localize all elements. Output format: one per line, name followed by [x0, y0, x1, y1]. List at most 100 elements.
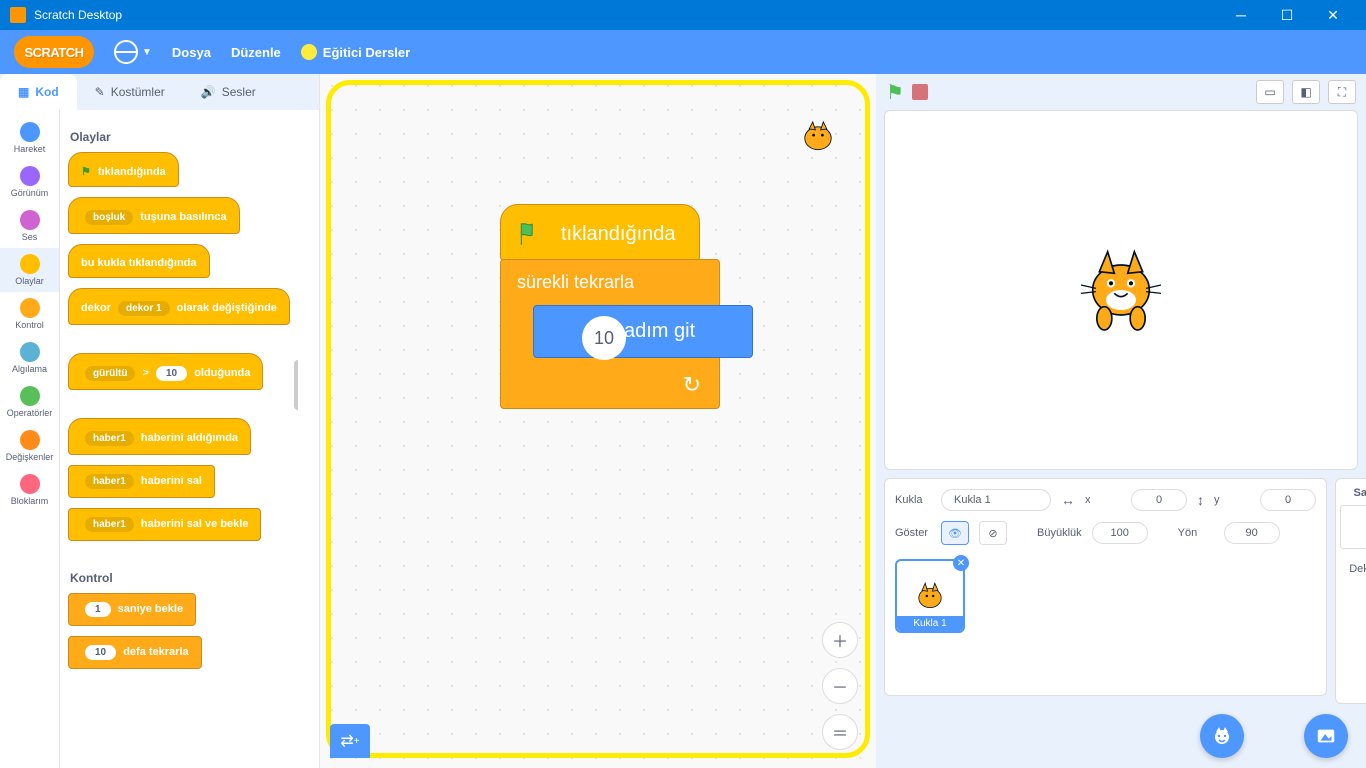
category-kontrol[interactable]: Kontrol [0, 292, 59, 336]
y-icon: ↕ [1197, 492, 1204, 508]
language-button[interactable]: ▼ [114, 40, 152, 64]
minimize-button[interactable]: ─ [1218, 0, 1264, 30]
block-when-key-pressed[interactable]: boşluk tuşuna basılınca [68, 197, 240, 234]
block-repeat[interactable]: 10 defa tekrarla [68, 636, 202, 669]
stage-small-button[interactable]: ▭ [1256, 80, 1284, 104]
picture-icon [1315, 725, 1337, 747]
block-when-loudness[interactable]: gürültü > 10 olduğunda [68, 353, 263, 390]
category-görünüm[interactable]: Görünüm [0, 160, 59, 204]
stage-full-button[interactable]: ⛶ [1328, 80, 1356, 104]
sprite-info-panel: Kukla Kukla 1 ↔ x 0 ↕ y 0 Göster 👁 ⊘ Büy… [884, 478, 1327, 696]
category-bloklarım[interactable]: Bloklarım [0, 468, 59, 512]
bulb-icon [301, 44, 317, 60]
code-icon: ▦ [18, 85, 29, 99]
menu-bar: SCRATCH ▼ Dosya Düzenle Eğitici Dersler [0, 30, 1366, 74]
block-when-receive[interactable]: haber1 haberini aldığımda [68, 418, 251, 455]
sprite-on-stage[interactable] [1071, 240, 1171, 340]
scratch-logo[interactable]: SCRATCH [14, 36, 94, 68]
category-dot [20, 430, 40, 450]
block-when-flag-clicked[interactable]: ⚑ tıklandığında [68, 152, 179, 187]
sprite-name-input[interactable]: Kukla 1 [941, 489, 1051, 511]
category-değişkenler[interactable]: Değişkenler [0, 424, 59, 468]
move-steps-input[interactable]: 10 [582, 316, 626, 360]
category-dot [20, 122, 40, 142]
script-move-steps[interactable]: 10 adım git [533, 305, 753, 358]
category-ses[interactable]: Ses [0, 204, 59, 248]
zoom-in-button[interactable]: ＋ [822, 622, 858, 658]
sprite-thumbnail-icon [796, 114, 840, 158]
window-titlebar: Scratch Desktop ─ ☐ ✕ [0, 0, 1366, 30]
category-label: Hareket [14, 144, 46, 154]
zoom-out-button[interactable]: － [822, 668, 858, 704]
block-broadcast[interactable]: haber1 haberini sal [68, 465, 215, 498]
category-dot [20, 342, 40, 362]
backpack-toggle[interactable]: ⇄+ [330, 724, 370, 758]
show-sprite-button[interactable]: 👁 [941, 521, 969, 545]
close-button[interactable]: ✕ [1310, 0, 1356, 30]
stage-thumbnail[interactable] [1340, 505, 1366, 549]
palette-scrollbar[interactable] [294, 360, 298, 410]
sprite-direction-input[interactable]: 90 [1224, 522, 1280, 544]
category-label: Bloklarım [11, 496, 49, 506]
zoom-reset-button[interactable]: ＝ [822, 714, 858, 750]
sprite-x-input[interactable]: 0 [1131, 489, 1187, 511]
category-column: Hareket Görünüm Ses OlaylarKontrol Algılama O… [0, 110, 60, 768]
sprite-y-input[interactable]: 0 [1260, 489, 1316, 511]
delete-sprite-button[interactable]: ✕ [953, 555, 969, 571]
category-hareket[interactable]: Hareket [0, 116, 59, 160]
editor-tabs: ▦ Kod ✎ Kostümler 🔊 Sesler [0, 74, 319, 110]
category-dot [20, 474, 40, 494]
menu-file[interactable]: Dosya [172, 45, 211, 60]
flag-icon: ⚑ [81, 166, 91, 178]
add-backdrop-button[interactable] [1304, 714, 1348, 758]
palette-heading-events: Olaylar [70, 130, 290, 144]
category-algılama[interactable]: Algılama [0, 336, 59, 380]
category-label: Ses [22, 232, 38, 242]
brush-icon: ✎ [95, 85, 105, 99]
script-forever[interactable]: sürekli tekrarla 10 adım git ↻ [500, 259, 720, 409]
script-when-flag-clicked[interactable]: tıklandığında [500, 204, 700, 261]
stage-large-button[interactable]: ◧ [1292, 80, 1320, 104]
category-label: Algılama [12, 364, 47, 374]
stage-panel[interactable]: Sahne Dekorlar 1 [1335, 478, 1366, 704]
sprite-card[interactable]: ✕ Kukla 1 [895, 559, 965, 633]
xy-icon: ↔ [1061, 492, 1075, 508]
sprite-card-thumb [910, 576, 950, 616]
hide-sprite-button[interactable]: ⊘ [979, 521, 1007, 545]
tab-code[interactable]: ▦ Kod [0, 74, 77, 110]
stage-panel-title: Sahne [1340, 487, 1366, 499]
category-dot [20, 254, 40, 274]
block-broadcast-wait[interactable]: haber1 haberini sal ve bekle [68, 508, 261, 541]
app-icon [10, 7, 26, 23]
add-sprite-button[interactable] [1200, 714, 1244, 758]
loop-arrow-icon: ↻ [683, 372, 701, 398]
category-olaylar[interactable]: Olaylar [0, 248, 59, 292]
script-workspace[interactable]: tıklandığında sürekli tekrarla 10 adım g… [320, 74, 876, 768]
stop-button[interactable] [912, 84, 928, 100]
menu-tutorials[interactable]: Eğitici Dersler [301, 44, 410, 60]
script-stack[interactable]: tıklandığında sürekli tekrarla 10 adım g… [500, 204, 720, 409]
block-wait[interactable]: 1 saniye bekle [68, 593, 196, 626]
block-when-backdrop-switches[interactable]: dekor dekor 1 olarak değiştiğinde [68, 288, 290, 325]
maximize-button[interactable]: ☐ [1264, 0, 1310, 30]
tab-sounds[interactable]: 🔊 Sesler [183, 74, 274, 110]
sprite-size-input[interactable]: 100 [1092, 522, 1148, 544]
direction-label: Yön [1178, 527, 1214, 539]
category-dot [20, 210, 40, 230]
category-label: Değişkenler [6, 452, 54, 462]
tab-costumes[interactable]: ✎ Kostümler [77, 74, 183, 110]
stage-header: ⚑ ▭ ◧ ⛶ [876, 74, 1366, 110]
menu-edit[interactable]: Düzenle [231, 45, 281, 60]
category-dot [20, 298, 40, 318]
category-operatörler[interactable]: Operatörler [0, 380, 59, 424]
block-palette[interactable]: Olaylar ⚑ tıklandığında boşluk tuşuna ba… [60, 110, 298, 689]
category-dot [20, 166, 40, 186]
palette-heading-control: Kontrol [70, 571, 290, 585]
green-flag-button[interactable]: ⚑ [886, 80, 904, 105]
stage[interactable] [884, 110, 1358, 470]
sound-icon: 🔊 [201, 85, 216, 99]
block-when-sprite-clicked[interactable]: bu kukla tıklandığında [68, 244, 210, 278]
size-label: Büyüklük [1037, 527, 1082, 539]
flag-icon [517, 221, 543, 247]
backdrops-count: 1 [1340, 575, 1366, 587]
